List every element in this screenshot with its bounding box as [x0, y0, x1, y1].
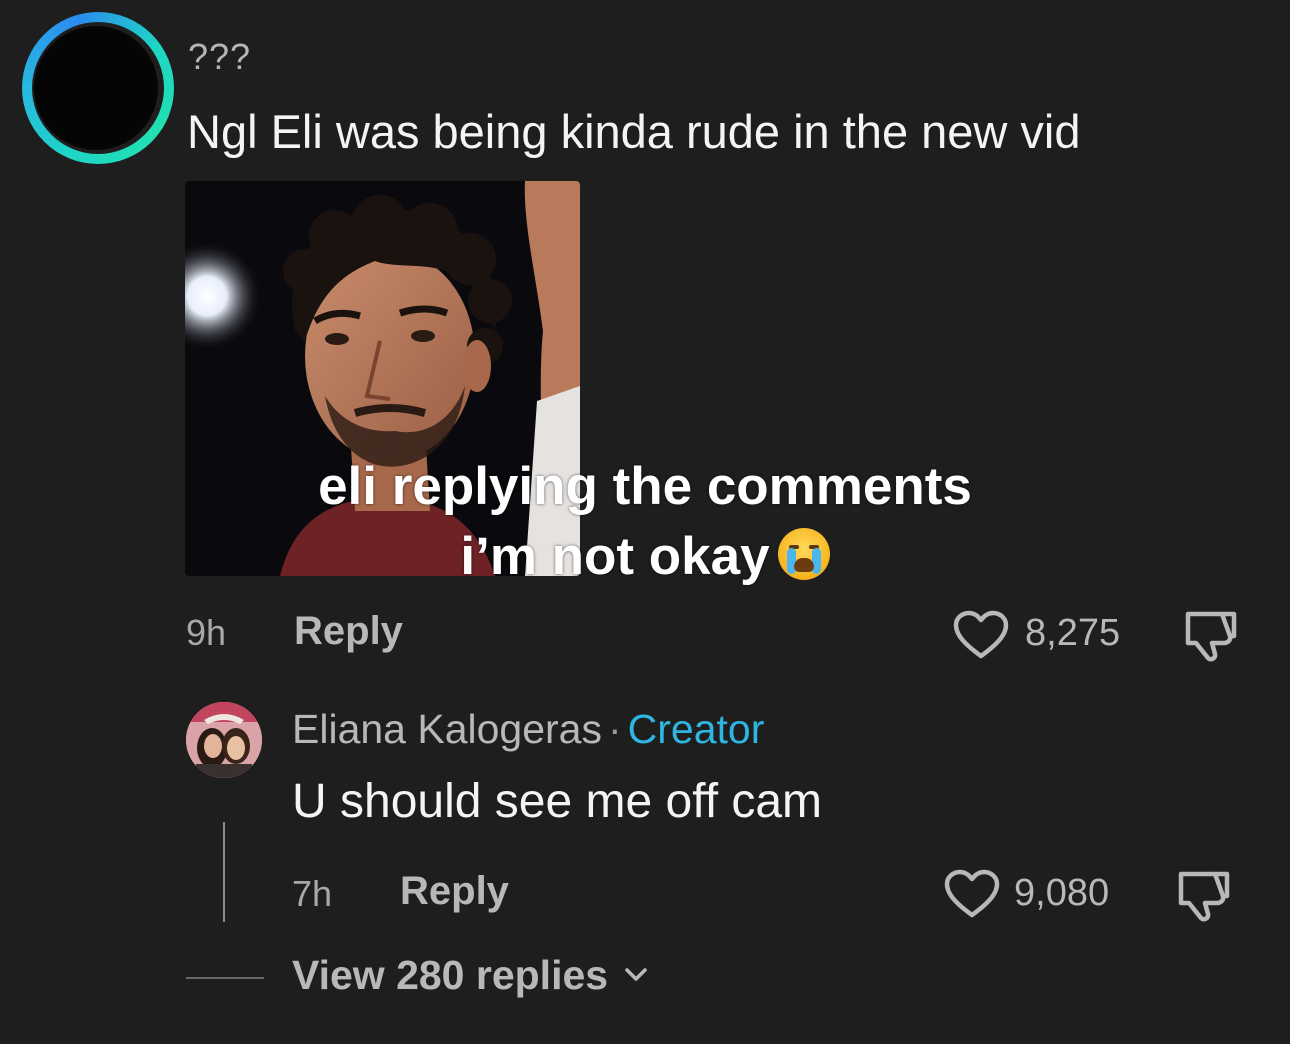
- caption-line-2: i’m not okay: [240, 522, 1050, 592]
- crying-face-emoji-icon: [777, 528, 830, 580]
- comment-text: Ngl Eli was being kinda rude in the new …: [187, 105, 1081, 158]
- view-replies-divider: [186, 977, 264, 979]
- separator-dot: ·: [607, 706, 622, 752]
- thumbs-down-icon[interactable]: [1182, 606, 1240, 662]
- reply-text: U should see me off cam: [292, 775, 823, 828]
- reply-author-line: Eliana Kalogeras · Creator: [292, 706, 764, 753]
- creator-badge: Creator: [627, 706, 765, 752]
- caption-line-1: eli replying the comments: [318, 457, 972, 516]
- like-count: 8,275: [1025, 612, 1121, 654]
- avatar-photo: [186, 702, 262, 778]
- reply-time: 7h: [292, 873, 333, 914]
- thumbs-down-icon[interactable]: [1175, 866, 1233, 922]
- comment-thread: ??? Ngl Eli was being kinda rude in the …: [0, 0, 1290, 1044]
- comment-username[interactable]: ???: [188, 36, 251, 78]
- reply-like-count: 9,080: [1014, 872, 1110, 914]
- reply-avatar[interactable]: [186, 702, 262, 778]
- heart-outline-icon[interactable]: [953, 610, 1009, 660]
- avatar[interactable]: [34, 26, 158, 150]
- reply-button[interactable]: Reply: [294, 609, 403, 654]
- heart-outline-icon[interactable]: [944, 869, 1000, 919]
- caption-line-2-text: i’m not okay: [460, 527, 770, 586]
- thread-line: [223, 822, 225, 922]
- reply-to-reply-button[interactable]: Reply: [400, 869, 509, 914]
- comment-time: 9h: [186, 612, 227, 653]
- chevron-down-icon: [625, 968, 648, 981]
- view-replies-button[interactable]: View 280 replies: [292, 952, 649, 999]
- view-replies-label: View 280 replies: [292, 952, 609, 998]
- reply-author-name[interactable]: Eliana Kalogeras: [292, 706, 602, 752]
- sticker-caption: eli replying the comments i’m not okay: [240, 452, 1050, 592]
